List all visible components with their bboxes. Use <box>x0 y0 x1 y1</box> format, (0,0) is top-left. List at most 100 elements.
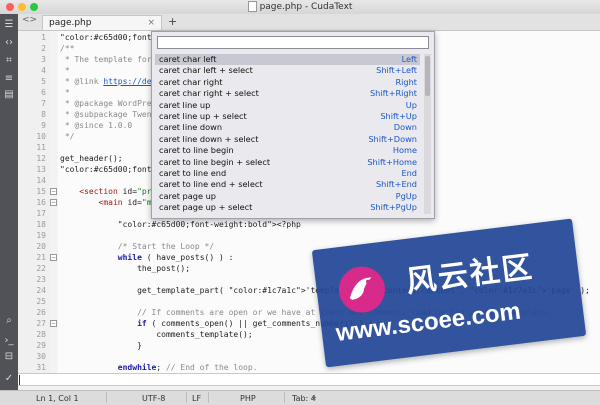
command-item[interactable]: caret to line begin Home <box>155 145 420 156</box>
list-icon[interactable]: ≡ <box>0 70 18 86</box>
line-number: 8 <box>41 110 46 119</box>
search-icon[interactable]: ⌕ <box>0 312 18 328</box>
command-shortcut: Shift+PgUp <box>370 202 417 213</box>
command-shortcut: Shift+Home <box>367 156 417 167</box>
code-text: /* Start the Loop */ <box>60 242 215 251</box>
tab-close-icon[interactable]: × <box>147 16 155 31</box>
line-number: 5 <box>41 77 46 86</box>
code-line[interactable]: 31 endwhile; // End of the loop. <box>18 362 600 373</box>
command-shortcut: Home <box>392 145 417 156</box>
line-number: 17 <box>36 209 46 218</box>
line-number: 31 <box>36 363 46 372</box>
tab-page-php[interactable]: page.php × <box>42 15 162 30</box>
status-position[interactable]: Ln 1, Col 1 <box>36 393 79 404</box>
menu-icon[interactable]: ☰ <box>0 16 18 32</box>
command-shortcut: Shift+Right <box>369 88 417 99</box>
command-shortcut: Shift+Left <box>376 65 417 76</box>
code-text: "color:#c65d00;font-weight:bold"><?php <box>117 220 301 229</box>
command-line-caret <box>19 375 20 385</box>
status-divider <box>208 392 209 403</box>
code-icon[interactable]: ‹› <box>0 34 18 50</box>
command-item[interactable]: caret page up PgUp <box>155 191 420 202</box>
command-item[interactable]: caret to line end + select Shift+End <box>155 179 420 190</box>
command-item[interactable]: caret char left Left <box>155 54 420 66</box>
window-title: page.php - CudaText <box>259 2 353 12</box>
command-palette: caret char left Left caret char left + sel… <box>151 31 435 219</box>
command-item[interactable]: caret to line end End <box>155 168 420 179</box>
validate-icon[interactable]: ⊟ <box>0 348 18 364</box>
add-tab-button[interactable]: + <box>168 15 177 28</box>
fold-toggle-icon[interactable]: − <box>50 199 57 206</box>
line-number: 9 <box>41 121 46 130</box>
status-lexer[interactable]: PHP <box>240 393 256 404</box>
line-number: 11 <box>36 143 46 152</box>
code-text: comments_template(); <box>60 330 253 339</box>
line-number: 27 <box>36 319 46 328</box>
command-label: caret line down <box>159 122 223 133</box>
title-bar: page.php - CudaText <box>0 0 600 15</box>
command-shortcut: Left <box>401 54 417 64</box>
panel-icon[interactable]: ▤ <box>0 86 18 102</box>
command-item[interactable]: caret line down + select Shift+Down <box>155 134 420 145</box>
command-item[interactable]: caret line down Down <box>155 122 420 133</box>
command-label: caret to line end + select <box>159 179 263 190</box>
line-number: 4 <box>41 66 46 75</box>
fold-toggle-icon[interactable]: − <box>50 188 57 195</box>
command-list: caret char left Left caret char left + sel… <box>155 54 420 214</box>
tab-label: page.php <box>49 18 92 28</box>
command-label: caret char right + select <box>159 88 259 99</box>
code-text: * <box>60 66 70 75</box>
code-text: * <box>60 88 70 97</box>
command-label: caret to line end <box>159 167 227 178</box>
line-number: 26 <box>36 308 46 317</box>
code-text: get_header(); <box>60 154 123 163</box>
line-number: 14 <box>36 176 46 185</box>
command-shortcut: Shift+Up <box>380 110 417 121</box>
command-list-scrollbar[interactable] <box>424 54 431 214</box>
code-text: * @package WordPress <box>60 99 162 108</box>
status-encoding[interactable]: UTF-8 <box>142 393 165 404</box>
line-number: 29 <box>36 341 46 350</box>
fold-toggle-icon[interactable]: − <box>50 254 57 261</box>
line-number: 15 <box>36 187 46 196</box>
status-divider <box>106 392 107 403</box>
line-number: 7 <box>41 99 46 108</box>
watermark-chinese-text: 风云社区 <box>404 249 536 300</box>
command-item[interactable]: caret page up + select Shift+PgUp <box>155 202 420 213</box>
command-item[interactable]: caret line up + select Shift+Up <box>155 111 420 122</box>
command-label: caret char left <box>159 54 217 64</box>
line-number: 18 <box>36 220 46 229</box>
command-item[interactable]: caret char right Right <box>155 77 420 88</box>
status-divider <box>186 392 187 403</box>
line-number: 28 <box>36 330 46 339</box>
command-label: caret page up <box>159 190 216 201</box>
command-item[interactable]: caret char left + select Shift+Left <box>155 65 420 76</box>
tree-icon[interactable]: ⌗ <box>0 52 18 68</box>
scrollbar-thumb[interactable] <box>425 56 430 96</box>
command-label: caret line up + select <box>159 110 247 121</box>
tab-nav-arrows[interactable]: <> <box>22 15 37 25</box>
command-item[interactable]: caret line up Up <box>155 100 420 111</box>
document-icon <box>247 1 257 12</box>
command-palette-input[interactable] <box>157 36 429 49</box>
line-number: 10 <box>36 132 46 141</box>
tab-size-dropdown-icon[interactable]: ▾ <box>312 393 316 404</box>
command-label: caret to line begin <box>159 145 234 156</box>
command-item[interactable]: caret to line begin + select Shift+Home <box>155 157 420 168</box>
line-number: 23 <box>36 275 46 284</box>
line-number: 21 <box>36 253 46 262</box>
code-text: * @since 1.0.0 <box>60 121 133 130</box>
code-line[interactable]: 30 <box>18 351 600 362</box>
command-label: caret line down + select <box>159 133 259 144</box>
console-icon[interactable]: ›_ <box>0 332 18 348</box>
code-text: endwhile; // End of the loop. <box>117 363 258 372</box>
status-line-ending[interactable]: LF <box>192 393 201 404</box>
line-number: 22 <box>36 264 46 273</box>
command-item[interactable]: caret char right + select Shift+Right <box>155 88 420 99</box>
fold-toggle-icon[interactable]: − <box>50 320 57 327</box>
check-icon[interactable]: ✓ <box>0 370 18 386</box>
line-number: 16 <box>36 198 46 207</box>
command-line-input[interactable] <box>18 373 600 386</box>
code-text: } <box>60 341 142 350</box>
command-label: caret to line begin + select <box>159 156 271 167</box>
